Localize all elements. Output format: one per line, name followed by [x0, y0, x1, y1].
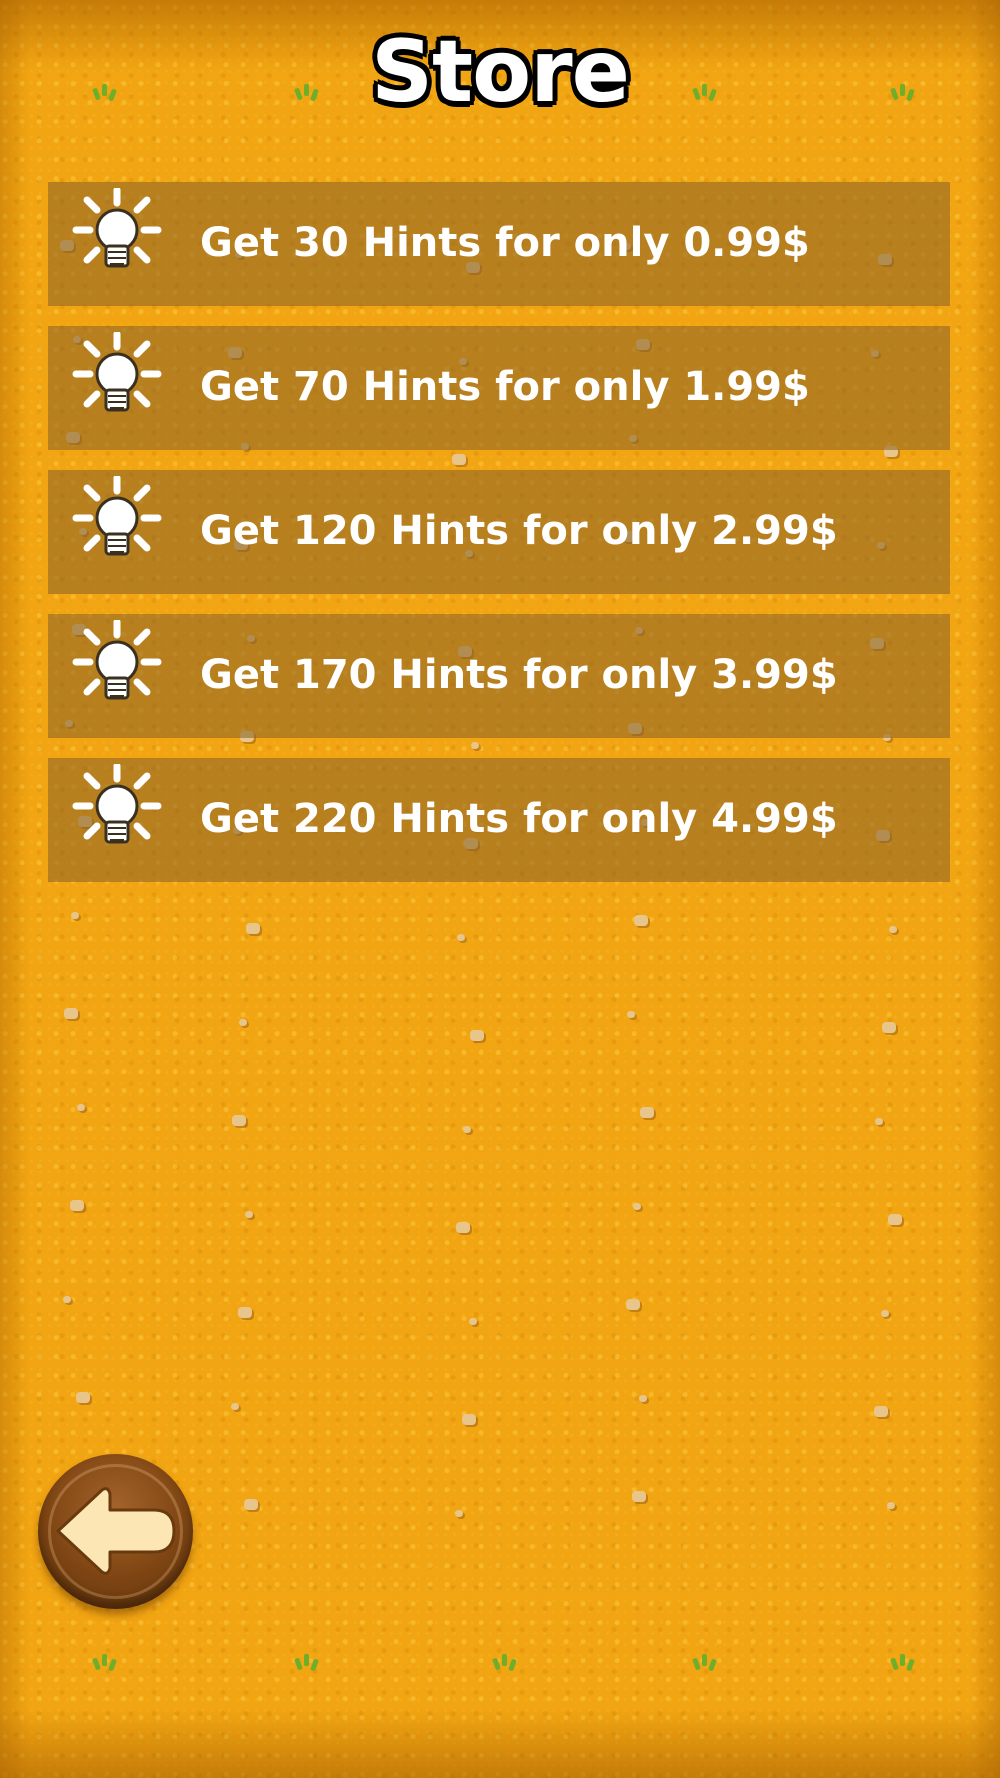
pebble-decoration — [887, 1502, 895, 1509]
pebble-decoration — [76, 1392, 90, 1403]
grass-tuft-decoration — [886, 1650, 920, 1678]
pebble-decoration — [633, 1203, 641, 1210]
lightbulb-icon — [72, 188, 162, 268]
pebble-decoration — [231, 1403, 239, 1410]
pebble-decoration — [889, 926, 897, 933]
page-title: Store — [371, 22, 630, 122]
offer-label: Get 120 Hints for only 2.99$ — [200, 508, 838, 554]
offer-label: Get 220 Hints for only 4.99$ — [200, 796, 838, 842]
pebble-decoration — [238, 1307, 252, 1318]
pebble-decoration — [463, 1126, 471, 1133]
pebble-decoration — [70, 1200, 84, 1211]
pebble-decoration — [246, 923, 260, 934]
offer-row-170-hints[interactable]: Get 170 Hints for only 3.99$ — [48, 614, 950, 738]
pebble-decoration — [244, 1499, 258, 1510]
bottom-edge-shade — [0, 1708, 1000, 1778]
pebble-decoration — [71, 912, 79, 919]
grass-tuft-decoration — [290, 1650, 324, 1678]
pebble-decoration — [457, 934, 465, 941]
right-edge-shade — [970, 0, 1000, 1778]
pebble-decoration — [77, 1104, 85, 1111]
lightbulb-icon — [72, 476, 162, 556]
store-screen: Store Get 30 Hints for only 0.99$ Get 70… — [0, 0, 1000, 1778]
lightbulb-icon — [72, 332, 162, 412]
pebble-decoration — [245, 1211, 253, 1218]
pebble-decoration — [634, 915, 648, 926]
pebble-decoration — [456, 1222, 470, 1233]
grass-tuft-decoration — [88, 1650, 122, 1678]
lightbulb-icon — [72, 620, 162, 700]
offer-label: Get 30 Hints for only 0.99$ — [200, 220, 810, 266]
pebble-decoration — [875, 1118, 883, 1125]
pebble-decoration — [874, 1406, 888, 1417]
offer-row-70-hints[interactable]: Get 70 Hints for only 1.99$ — [48, 326, 950, 450]
pebble-decoration — [455, 1510, 463, 1517]
offer-row-30-hints[interactable]: Get 30 Hints for only 0.99$ — [48, 182, 950, 306]
pebble-decoration — [239, 1019, 247, 1026]
pebble-decoration — [882, 1022, 896, 1033]
pebble-decoration — [64, 1008, 78, 1019]
offer-row-220-hints[interactable]: Get 220 Hints for only 4.99$ — [48, 758, 950, 882]
pebble-decoration — [452, 454, 466, 465]
back-arrow-icon — [56, 1487, 176, 1575]
lightbulb-icon — [72, 764, 162, 844]
offer-label: Get 70 Hints for only 1.99$ — [200, 364, 810, 410]
pebble-decoration — [469, 1318, 477, 1325]
pebble-decoration — [471, 742, 479, 749]
pebble-decoration — [640, 1107, 654, 1118]
pebble-decoration — [881, 1310, 889, 1317]
pebble-decoration — [639, 1395, 647, 1402]
pebble-decoration — [232, 1115, 246, 1126]
pebble-decoration — [632, 1491, 646, 1502]
grass-tuft-decoration — [688, 1650, 722, 1678]
left-edge-shade — [0, 0, 30, 1778]
pebble-decoration — [888, 1214, 902, 1225]
offer-row-120-hints[interactable]: Get 120 Hints for only 2.99$ — [48, 470, 950, 594]
grass-tuft-decoration — [488, 1650, 522, 1678]
pebble-decoration — [462, 1414, 476, 1425]
pebble-decoration — [626, 1299, 640, 1310]
pebble-decoration — [470, 1030, 484, 1041]
pebble-decoration — [627, 1011, 635, 1018]
offer-label: Get 170 Hints for only 3.99$ — [200, 652, 838, 698]
pebble-decoration — [63, 1296, 71, 1303]
back-button[interactable] — [38, 1454, 193, 1609]
